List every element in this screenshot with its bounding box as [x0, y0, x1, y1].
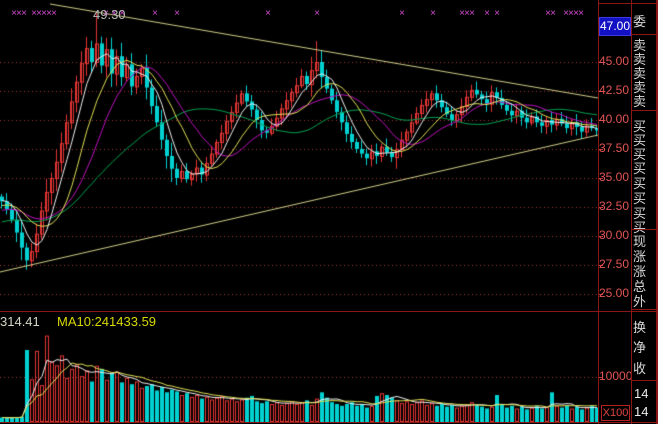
sidebar-divider	[631, 34, 657, 35]
sidebar-time-value: 14	[634, 404, 649, 419]
scale-top-price-box: 47.00	[599, 17, 631, 36]
sidebar-time-value: 14	[634, 386, 649, 401]
sidebar-quote-label: 外	[633, 294, 647, 309]
sidebar-quote-label: 现	[633, 234, 647, 249]
event-marker-icon: ×	[578, 8, 584, 19]
bottom-axis-line	[0, 422, 658, 423]
price-scale-label: 42.50	[599, 83, 630, 97]
sidebar-quote-label: 收	[633, 361, 647, 376]
volume-scale-tick	[599, 377, 603, 378]
sidebar-quote-label: 买	[633, 206, 647, 221]
event-marker-icon: ×	[484, 8, 490, 19]
sidebar-divider	[631, 229, 657, 230]
chart-scale-divider	[598, 0, 599, 424]
sidebar-quote-label: 委	[633, 14, 647, 29]
event-marker-icon: ×	[314, 8, 320, 19]
price-scale-label: 45.00	[599, 54, 630, 68]
price-chart-canvas[interactable]	[0, 0, 599, 311]
sidebar-quote-label: 卖	[633, 80, 647, 95]
sidebar-quote-label: 买	[633, 191, 647, 206]
sidebar-quote-label: 涨	[633, 264, 647, 279]
sidebar-quote-label: 买	[633, 119, 647, 134]
sidebar-quote-label: 买	[633, 176, 647, 191]
sidebar-quote-label: 买	[633, 147, 647, 162]
event-marker-icon: ×	[550, 8, 556, 19]
price-scale-label: 32.50	[599, 199, 630, 213]
event-marker-icon: ×	[399, 8, 405, 19]
sidebar-quote-label: 买	[633, 161, 647, 176]
sidebar-quote-label: 卖	[633, 52, 647, 67]
sidebar-divider	[631, 110, 657, 111]
price-scale-label: 37.50	[599, 141, 630, 155]
sidebar-quote-label: 卖	[633, 94, 647, 109]
price-scale-label: 35.00	[599, 170, 630, 184]
volume-scale-label: 10000	[599, 369, 633, 383]
event-marker-icon: ×	[430, 8, 436, 19]
sidebar-quote-label: 总	[633, 279, 647, 294]
event-marker-icon: ×	[469, 8, 475, 19]
price-scale-label: 25.00	[599, 286, 630, 300]
volume-ma10-value: MA10:241433.59	[57, 314, 157, 329]
top-border	[598, 3, 658, 4]
volume-chart-canvas[interactable]	[0, 332, 599, 423]
price-scale-label: 27.50	[599, 257, 630, 271]
peak-price-label: 49.30	[93, 7, 126, 22]
volume-multiplier-box[interactable]: X100	[601, 405, 630, 421]
sidebar-divider	[631, 380, 657, 381]
price-scale-label: 40.00	[599, 112, 630, 126]
sidebar-quote-label: 净	[633, 340, 647, 355]
sidebar-quote-label: 卖	[633, 38, 647, 53]
price-scale-label: 30.00	[599, 228, 630, 242]
sidebar-quote-label: 涨	[633, 249, 647, 264]
sidebar-quote-label: 买	[633, 220, 647, 235]
event-marker-icon: ×	[494, 8, 500, 19]
event-marker-icon: ×	[21, 8, 27, 19]
sidebar-divider	[631, 309, 657, 310]
sidebar-quote-label: 买	[633, 133, 647, 148]
event-marker-icon: ×	[51, 8, 57, 19]
panel-divider	[0, 311, 658, 312]
scale-sidebar-divider	[631, 0, 632, 424]
sidebar-quote-label: 卖	[633, 66, 647, 81]
event-marker-icon: ×	[174, 8, 180, 19]
volume-ma5-value: 314.41	[0, 314, 40, 329]
event-marker-icon: ×	[265, 8, 271, 19]
sidebar-quote-label: 换	[633, 320, 647, 335]
stock-chart-window: × × × × × × × × × × × × × × × × × × × × × × × × × × × × 49.30 314.4…	[0, 0, 658, 424]
event-marker-icon: ×	[152, 8, 158, 19]
